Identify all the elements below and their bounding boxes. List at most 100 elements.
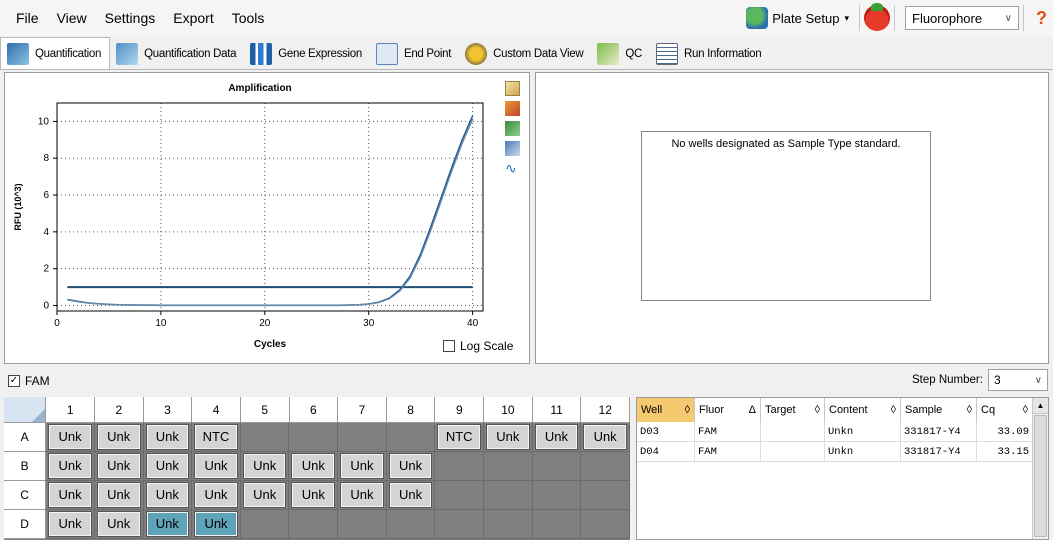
plate-well[interactable] (240, 423, 290, 452)
plate-column-header[interactable]: 6 (289, 397, 339, 423)
tab-end-point[interactable]: End Point (370, 39, 459, 69)
plate-well[interactable]: Unk (46, 510, 95, 539)
tab-quantification-data[interactable]: Quantification Data (110, 39, 244, 69)
plate-well[interactable]: Unk (46, 481, 95, 510)
step-number-select[interactable]: 3 ∨ (988, 369, 1048, 391)
column-header-target[interactable]: Target ◊ (761, 398, 825, 422)
plate-row-header[interactable]: A (4, 423, 47, 452)
plate-well[interactable] (240, 510, 290, 539)
plate-well[interactable]: Unk (192, 481, 241, 510)
plate-well[interactable]: Unk (46, 452, 95, 481)
plate-well[interactable]: Unk (338, 481, 387, 510)
plate-well[interactable] (289, 423, 339, 452)
plate-well[interactable]: Unk (192, 452, 241, 481)
plate-well[interactable]: Unk (143, 481, 193, 510)
amplification-chart[interactable]: 0 10 20 30 40 0 2 4 6 8 10 Cycles RFU (10^3) (5, 73, 505, 363)
plate-well[interactable]: Unk (484, 423, 533, 452)
plate-well[interactable] (532, 510, 582, 539)
plate-column-header[interactable]: 5 (240, 397, 290, 423)
plate-well[interactable]: Unk (143, 423, 193, 452)
tab-qc[interactable]: QC (591, 39, 650, 69)
log-scale-checkbox[interactable]: Log Scale (443, 339, 513, 353)
plate-column-header[interactable]: 1 (46, 397, 95, 423)
plate-well[interactable]: NTC (192, 423, 241, 452)
tab-gene-expression[interactable]: Gene Expression (244, 39, 370, 69)
zoom-icon[interactable] (505, 141, 520, 156)
plate-well[interactable] (532, 481, 582, 510)
plate-well[interactable] (532, 452, 582, 481)
plate-well[interactable]: Unk (94, 423, 144, 452)
plate-well[interactable]: Unk (192, 510, 241, 539)
plate-column-header[interactable]: 8 (386, 397, 436, 423)
export-icon[interactable] (505, 121, 520, 136)
menu-settings[interactable]: Settings (96, 0, 165, 36)
plate-well[interactable] (338, 423, 387, 452)
plate-column-header[interactable]: 10 (484, 397, 533, 423)
fluorophore-select[interactable]: Fluorophore ∨ (905, 6, 1019, 30)
tab-custom-data-view[interactable]: Custom Data View (459, 39, 591, 69)
plate-select-all[interactable] (4, 397, 47, 423)
plate-column-header[interactable]: 3 (143, 397, 193, 423)
plate-well[interactable]: Unk (289, 481, 339, 510)
chart-settings-icon[interactable] (505, 101, 520, 116)
plate-well[interactable]: Unk (143, 452, 193, 481)
plate-well[interactable] (581, 510, 630, 539)
help-icon[interactable]: ? (1036, 8, 1047, 29)
plate-column-header[interactable]: 12 (581, 397, 630, 423)
plate-column-header[interactable]: 11 (532, 397, 582, 423)
plate-well[interactable] (581, 452, 630, 481)
plate-well[interactable]: Unk (143, 510, 193, 539)
plate-well[interactable]: Unk (240, 481, 290, 510)
plate-well[interactable] (435, 510, 485, 539)
plate-well[interactable]: Unk (581, 423, 630, 452)
plate-well[interactable] (386, 423, 436, 452)
scroll-thumb[interactable] (1034, 415, 1047, 537)
plate-well[interactable] (289, 510, 339, 539)
plate-well[interactable]: NTC (435, 423, 485, 452)
plate-setup-button[interactable]: Plate Setup ▾ (746, 7, 849, 29)
plate-well[interactable]: Unk (46, 423, 95, 452)
copy-icon[interactable] (505, 81, 520, 96)
plate-well[interactable]: Unk (94, 510, 144, 539)
column-header-sample[interactable]: Sample ◊ (901, 398, 977, 422)
plate-well[interactable]: Unk (94, 452, 144, 481)
table-scrollbar[interactable]: ▲ (1032, 398, 1048, 539)
plate-well[interactable]: Unk (240, 452, 290, 481)
plate-column-header[interactable]: 7 (338, 397, 387, 423)
plate-well[interactable] (435, 452, 485, 481)
plate-well[interactable] (338, 510, 387, 539)
plate-well[interactable]: Unk (94, 481, 144, 510)
plate-well[interactable] (484, 510, 533, 539)
plate-well[interactable]: Unk (338, 452, 387, 481)
plate-column-header[interactable]: 4 (192, 397, 241, 423)
curve-fit-icon[interactable]: ∿ (505, 161, 520, 176)
menu-file[interactable]: File (0, 0, 48, 36)
plate-row-header[interactable]: C (4, 481, 47, 510)
menu-view[interactable]: View (48, 0, 96, 36)
column-header-well[interactable]: Well ◊ (637, 398, 695, 422)
well-color-icon[interactable] (864, 3, 890, 31)
plate-column-header[interactable]: 2 (94, 397, 144, 423)
column-header-content[interactable]: Content ◊ (825, 398, 901, 422)
table-row[interactable]: D03 FAM Unkn 331817-Y4 33.09 (637, 422, 1048, 442)
plate-well[interactable]: Unk (386, 452, 436, 481)
scroll-up-icon[interactable]: ▲ (1033, 398, 1048, 414)
plate-well[interactable]: Unk (289, 452, 339, 481)
plate-well[interactable] (484, 452, 533, 481)
tab-quantification[interactable]: Quantification (0, 37, 111, 69)
plate-column-header[interactable]: 9 (435, 397, 485, 423)
tab-run-information[interactable]: Run Information (650, 39, 769, 69)
fam-checkbox[interactable]: ✓ FAM (8, 374, 50, 388)
plate-well[interactable] (386, 510, 436, 539)
plate-well[interactable] (484, 481, 533, 510)
menu-export[interactable]: Export (164, 0, 222, 36)
plate-well[interactable]: Unk (532, 423, 582, 452)
plate-well[interactable] (581, 481, 630, 510)
plate-row-header[interactable]: D (4, 510, 47, 539)
plate-well[interactable]: Unk (386, 481, 436, 510)
table-row[interactable]: D04 FAM Unkn 331817-Y4 33.15 (637, 442, 1048, 462)
column-header-cq[interactable]: Cq ◊ (977, 398, 1033, 422)
column-header-fluor[interactable]: Fluor Δ (695, 398, 761, 422)
menu-tools[interactable]: Tools (223, 0, 274, 36)
plate-row-header[interactable]: B (4, 452, 47, 481)
